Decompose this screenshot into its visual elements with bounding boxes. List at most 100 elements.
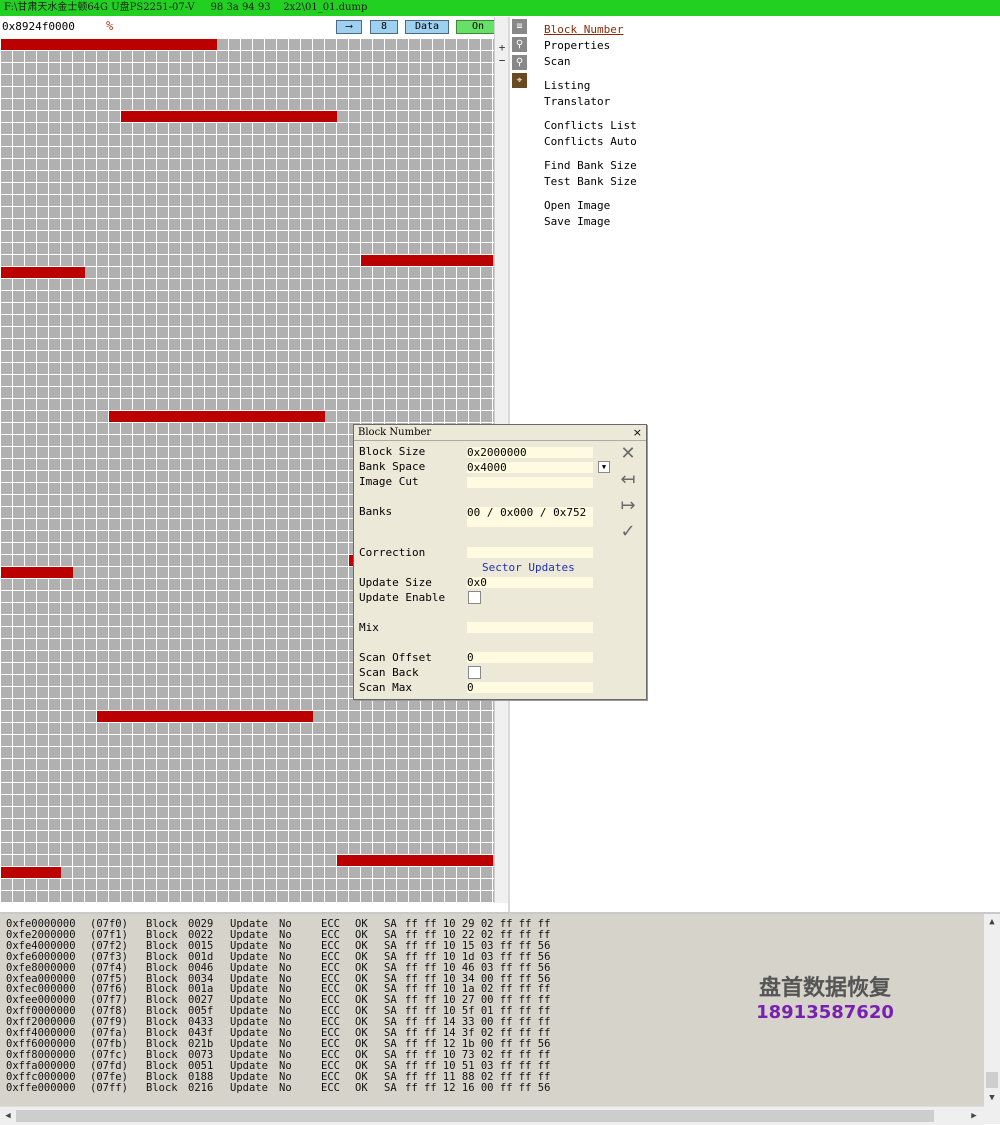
watermark: 盘首数据恢复 18913587620 (700, 970, 950, 1023)
log-cell-addr: 0xffe000000 (6, 1081, 76, 1094)
marked-block-run[interactable] (109, 411, 325, 422)
menu-scan[interactable]: Scan (544, 54, 637, 70)
log-cell-bytes: ff ff 12 16 00 ff ff 56 (405, 1081, 551, 1094)
scroll-left-icon[interactable]: ◀ (1, 1107, 15, 1125)
log-cell-upd: Update (230, 961, 268, 974)
flag-icon[interactable]: ⌖ (512, 73, 527, 88)
sector-updates-header: Sector Updates (482, 561, 575, 574)
log-cell-sa: SA (384, 961, 397, 974)
update-size-label: Update Size (359, 576, 432, 589)
marked-block-run[interactable] (1, 567, 73, 578)
mix-field[interactable] (467, 622, 593, 633)
log-cell-blk: Block (146, 1081, 178, 1094)
log-cell-blk: Block (146, 1070, 178, 1083)
menu-translator[interactable]: Translator (544, 94, 637, 110)
log-cell-bytes: ff ff 10 46 03 ff ff 56 (405, 961, 551, 974)
map-toolbar: 0x8924f0000 % ⟶ 8 Data On (0, 17, 508, 37)
image-cut-label: Image Cut (359, 475, 419, 488)
marked-block-run[interactable] (97, 711, 313, 722)
menu-save-image[interactable]: Save Image (544, 214, 637, 230)
menu-open-image[interactable]: Open Image (544, 198, 637, 214)
bank-space-field[interactable]: 0x4000 (467, 462, 593, 473)
chevron-down-icon[interactable]: ▼ (598, 461, 610, 473)
banks-field[interactable]: 00 / 0x000 / 0x752 (467, 507, 593, 527)
marked-block-run[interactable] (361, 255, 493, 266)
window-title: F:\甘肃天水金士顿64G U盘PS2251-07-V 98 3a 94 93 … (4, 2, 368, 13)
image-cut-field[interactable] (467, 477, 593, 488)
arrow-button[interactable]: ⟶ (336, 20, 362, 34)
banks-label: Banks (359, 505, 393, 518)
marked-block-run[interactable] (1, 267, 85, 278)
log-cell-ecc: ECC (321, 1070, 340, 1083)
pin-icon[interactable]: ⚲ (512, 55, 527, 70)
dialog-title: Block Number (358, 427, 432, 438)
log-vertical-scrollbar[interactable]: ▲ ▼ (984, 914, 1000, 1106)
log-cell-num: 0046 (188, 961, 214, 974)
zoom-in-icon[interactable]: + (495, 41, 509, 55)
menu-conflicts-auto[interactable]: Conflicts Auto (544, 134, 637, 150)
pin-icon[interactable]: ⚲ (512, 37, 527, 52)
scroll-up-icon[interactable]: ▲ (984, 914, 1000, 930)
address-field[interactable]: 0x8924f0000 (2, 20, 94, 34)
scan-max-label: Scan Max (359, 681, 412, 694)
update-enable-label: Update Enable (359, 591, 446, 604)
log-cell-sa: SA (384, 1070, 397, 1083)
scroll-down-icon[interactable]: ▼ (984, 1090, 1000, 1106)
log-cell-eccv: OK (355, 1081, 368, 1094)
menu-find-bank-size[interactable]: Find Bank Size (544, 158, 637, 174)
scan-offset-label: Scan Offset (359, 651, 432, 664)
log-cell-sa: SA (384, 1081, 397, 1094)
marked-block-run[interactable] (337, 855, 493, 866)
data-button[interactable]: Data (405, 20, 449, 34)
log-cell-idx: (07fe) (90, 1070, 128, 1083)
log-cell-ecc: ECC (321, 1081, 340, 1094)
log-cell-num: 0188 (188, 1070, 214, 1083)
menu-test-bank-size[interactable]: Test Bank Size (544, 174, 637, 190)
close-icon[interactable]: × (633, 425, 642, 440)
side-icon-bar: ≡ ⚲ ⚲ ⌖ (510, 17, 528, 107)
zoom-out-icon[interactable]: − (495, 54, 509, 68)
scan-back-checkbox[interactable] (468, 666, 481, 679)
update-enable-checkbox[interactable] (468, 591, 481, 604)
cancel-x-icon[interactable]: ✕ (617, 443, 639, 465)
list-icon[interactable]: ≡ (512, 19, 527, 34)
log-cell-addr: 0xfe8000000 (6, 961, 76, 974)
log-cell-idx: (07f4) (90, 961, 128, 974)
block-size-field[interactable]: 0x2000000 (467, 447, 593, 458)
percent-icon[interactable]: % (106, 19, 113, 33)
log-cell-blk: Block (146, 961, 178, 974)
eight-button[interactable]: 8 (370, 20, 398, 34)
update-size-field[interactable]: 0x0 (467, 577, 593, 588)
log-cell-ecc: ECC (321, 961, 340, 974)
menu-conflicts-list[interactable]: Conflicts List (544, 118, 637, 134)
marked-block-run[interactable] (1, 39, 217, 50)
log-cell-updv: No (279, 1081, 292, 1094)
watermark-name: 盘首数据恢复 (758, 976, 891, 1001)
arrow-left-icon[interactable]: ↤ (617, 469, 639, 491)
mix-label: Mix (359, 621, 379, 634)
menu-listing[interactable]: Listing (544, 78, 637, 94)
bank-space-label: Bank Space (359, 460, 426, 473)
tools-menu: Block Number Properties Scan Listing Tra… (544, 22, 637, 230)
window-titlebar: F:\甘肃天水金士顿64G U盘PS2251-07-V 98 3a 94 93 … (0, 0, 1000, 16)
dialog-titlebar[interactable]: Block Number × (354, 425, 646, 441)
scroll-thumb[interactable] (986, 1072, 998, 1088)
block-size-label: Block Size (359, 445, 426, 458)
log-cell-idx: (07ff) (90, 1081, 128, 1094)
scroll-right-icon[interactable]: ▶ (967, 1107, 981, 1125)
marked-block-run[interactable] (1, 867, 61, 878)
scan-back-label: Scan Back (359, 666, 419, 679)
correction-label: Correction (359, 546, 426, 559)
scrollbar-corner (984, 1106, 1000, 1124)
arrow-right-icon[interactable]: ↦ (617, 495, 639, 517)
scan-max-field[interactable]: 0 (467, 682, 593, 693)
menu-block-number[interactable]: Block Number (544, 22, 637, 38)
block-number-dialog: Block Number × Block Size 0x2000000 Bank… (353, 424, 647, 700)
scroll-thumb[interactable] (16, 1110, 934, 1122)
checkmark-icon[interactable]: ✓ (617, 521, 639, 543)
log-horizontal-scrollbar[interactable]: ◀ ▶ (0, 1106, 984, 1125)
menu-properties[interactable]: Properties (544, 38, 637, 54)
correction-field[interactable] (467, 547, 593, 558)
scan-offset-field[interactable]: 0 (467, 652, 593, 663)
marked-block-run[interactable] (121, 111, 337, 122)
